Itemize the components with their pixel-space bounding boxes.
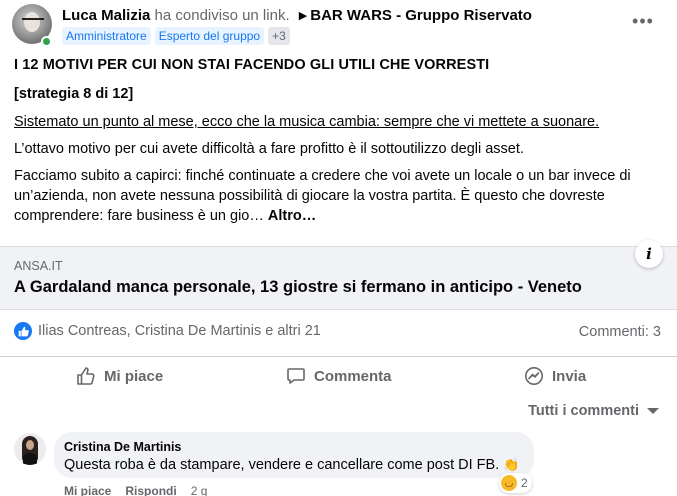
link-domain: ANSA.IT — [14, 259, 63, 273]
avatar-glasses — [22, 18, 44, 23]
comment-actions: Mi piace Rispondi 2 g — [64, 484, 207, 496]
messenger-icon — [525, 367, 543, 385]
send-button[interactable]: Invia — [524, 361, 586, 391]
badge-group-expert[interactable]: Esperto del gruppo — [154, 27, 265, 45]
like-button[interactable]: Mi piace — [76, 361, 163, 391]
author-badges: Amministratore Esperto del gruppo +3 — [62, 27, 290, 45]
comment-button[interactable]: Commenta — [286, 361, 392, 391]
clapping-hands-icon: 👏 — [503, 457, 520, 472]
comment-timestamp[interactable]: 2 g — [191, 484, 208, 496]
link-preview[interactable]: ANSA.IT A Gardaland manca personale, 13 … — [0, 246, 677, 310]
comment-label: Commenta — [314, 367, 392, 385]
badge-more[interactable]: +3 — [268, 27, 290, 45]
comment-bubble: Cristina De Martinis Questa roba è da st… — [54, 432, 534, 478]
reaction-names[interactable]: Ilias Contreas, Cristina De Martinis e a… — [38, 323, 321, 339]
comments-sort-dropdown[interactable]: Tutti i commenti — [528, 403, 659, 419]
thumbs-up-icon — [77, 367, 95, 385]
post-paragraph-1: L’ottavo motivo per cui avete difficoltà… — [14, 141, 524, 157]
post-header: Luca Malizia ha condiviso un link. ▶ BAR … — [0, 0, 677, 50]
comment-text: Questa roba è da stampare, vendere e can… — [64, 457, 519, 473]
post-subtitle: Sistemato un punto al mese, ecco che la … — [14, 114, 600, 130]
comment-author[interactable]: Cristina De Martinis — [64, 440, 181, 454]
comment-like-link[interactable]: Mi piace — [64, 484, 111, 496]
info-icon[interactable]: i — [635, 240, 663, 268]
badge-admin[interactable]: Amministratore — [62, 27, 151, 45]
post-strategy: [strategia 8 di 12] — [14, 86, 134, 102]
link-headline[interactable]: A Gardaland manca personale, 13 giostre … — [14, 278, 582, 297]
avatar-face — [26, 440, 34, 450]
see-more-link[interactable]: Altro… — [268, 208, 316, 224]
post-paragraph-2: Facciamo subito a capirci: finché contin… — [14, 166, 666, 226]
post-title: I 12 MOTIVI PER CUI NON STAI FACENDO GLI… — [14, 57, 490, 73]
more-dots-icon[interactable]: ••• — [632, 12, 654, 34]
arrow-right-icon: ▶ — [298, 10, 308, 22]
comments-sort-label: Tutti i commenti — [528, 403, 639, 419]
comment-reactions[interactable]: ◡ 2 — [499, 473, 532, 493]
like-label: Mi piace — [104, 367, 164, 385]
comment-icon — [287, 368, 305, 384]
shared-link-text: ha condiviso un link. — [154, 7, 290, 24]
reactions-summary[interactable]: Ilias Contreas, Cristina De Martinis e a… — [14, 322, 321, 340]
avatar-body — [23, 453, 37, 465]
comment-reaction-count: 2 — [521, 476, 528, 490]
like-reaction-icon — [14, 322, 32, 340]
online-status-dot — [41, 36, 52, 47]
post-title-line: Luca Malizia ha condiviso un link. ▶ BAR … — [62, 7, 532, 24]
group-name[interactable]: BAR WARS - Gruppo Riservato — [310, 7, 532, 24]
comment-reply-link[interactable]: Rispondi — [125, 484, 176, 496]
author-name[interactable]: Luca Malizia — [62, 7, 150, 24]
post-paragraph-2-text: Facciamo subito a capirci: finché contin… — [14, 168, 631, 224]
send-label: Invia — [552, 367, 587, 385]
chevron-down-icon — [647, 408, 659, 414]
commenter-avatar[interactable] — [14, 433, 46, 465]
comment-text-body: Questa roba è da stampare, vendere e can… — [64, 457, 500, 473]
post-actions-bar: Mi piace Commenta Invia — [0, 356, 677, 392]
laugh-reaction-icon: ◡ — [501, 475, 517, 491]
comment-count[interactable]: Commenti: 3 — [579, 324, 661, 340]
